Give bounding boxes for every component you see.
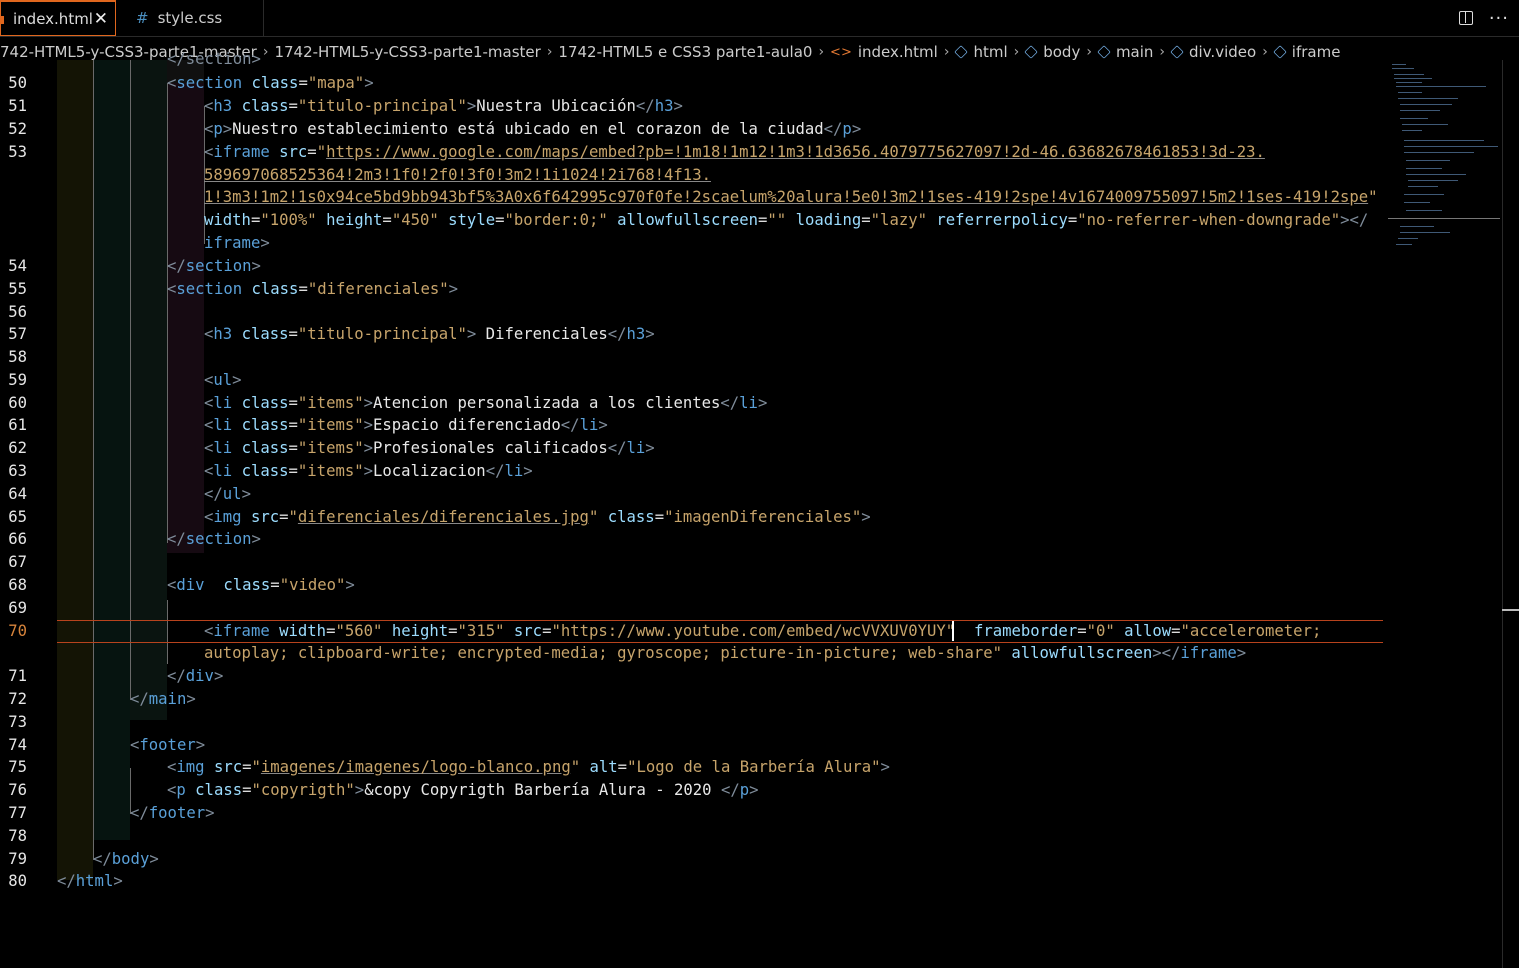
breadcrumb-symbol[interactable]: html (954, 43, 1008, 61)
css-file-icon: # (136, 9, 149, 27)
chevron-right-icon: › (943, 44, 950, 60)
more-actions-icon[interactable]: ··· (1489, 8, 1509, 29)
chevron-right-icon: › (1262, 44, 1268, 60)
modified-indicator (1, 16, 4, 24)
indent-guide (130, 60, 131, 700)
tab-bar: index.html ✕ # style.css ··· (0, 0, 1519, 37)
minimap[interactable] (1388, 60, 1503, 260)
indent-guide (167, 83, 168, 543)
breadcrumb-symbol[interactable]: body (1024, 43, 1080, 61)
indent-guide (93, 60, 94, 860)
element-icon (954, 45, 969, 59)
vertical-scrollbar[interactable] (1502, 60, 1519, 968)
chevron-right-icon: › (262, 44, 269, 60)
breadcrumb-symbol[interactable]: iframe (1273, 43, 1340, 61)
element-icon (1273, 45, 1287, 59)
code-editor[interactable]: </section> 50 <section class="mapa"> 51 <h… (0, 50, 1385, 968)
tab-style-css[interactable]: # style.css (116, 0, 264, 36)
indent-band (167, 83, 204, 553)
chevron-right-icon: › (1013, 44, 1020, 60)
split-editor-icon[interactable] (1458, 11, 1473, 25)
tab-index-html[interactable]: index.html ✕ (0, 0, 116, 36)
close-icon[interactable]: ✕ (94, 9, 108, 29)
chevron-right-icon: › (1086, 44, 1092, 60)
chevron-right-icon: › (1159, 44, 1166, 60)
element-icon (1024, 45, 1039, 59)
breadcrumb-file[interactable]: <> index.html (830, 43, 938, 61)
element-icon (1097, 45, 1111, 59)
breadcrumb-folder[interactable]: 1742-HTML5-y-CSS3-parte1-master (274, 43, 540, 61)
indent-band (57, 60, 93, 880)
editor-actions: ··· (1458, 0, 1519, 36)
html-file-icon: <> (830, 44, 852, 60)
chevron-right-icon: › (818, 44, 825, 60)
scrollbar-cursor-marker (1502, 609, 1519, 611)
breadcrumb-symbol[interactable]: div.video (1170, 43, 1256, 61)
element-icon (1170, 45, 1184, 59)
text-cursor (952, 621, 954, 641)
indent-band (93, 60, 130, 840)
tab-label: index.html (13, 9, 93, 28)
tab-label: style.css (157, 9, 223, 27)
breadcrumb-folder[interactable]: 1742-HTML5 e CSS3 parte1-aula0 (558, 43, 812, 61)
breadcrumb-symbol[interactable]: main (1097, 43, 1153, 61)
chevron-right-icon: › (546, 44, 553, 60)
